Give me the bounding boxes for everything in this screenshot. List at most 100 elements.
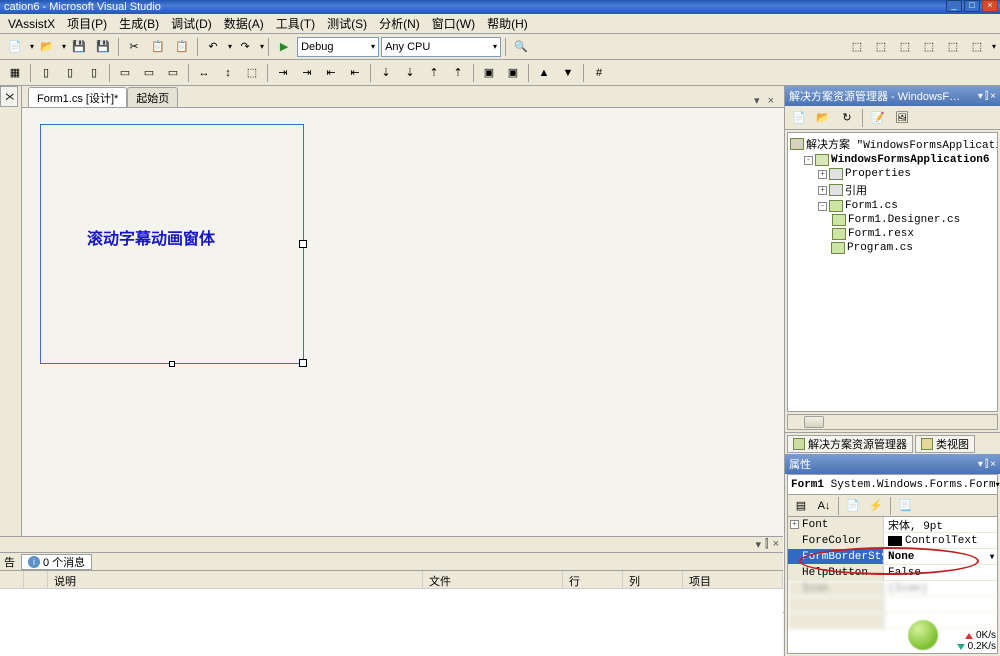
properties-header[interactable]: 属性 ▾⫿× — [785, 454, 1000, 474]
form1-node[interactable]: Form1.cs — [845, 200, 898, 212]
se-viewcode-button[interactable]: 📝 — [867, 107, 889, 129]
panel-autohide-icon[interactable]: ⫿ — [985, 91, 988, 102]
prop-forecolor-value[interactable]: ControlText — [884, 533, 997, 548]
messages-tab[interactable]: i 0 个消息 — [21, 554, 92, 570]
property-pages-button[interactable]: 📃 — [894, 495, 916, 517]
menu-vassistx[interactable]: VAssistX — [2, 15, 61, 33]
project-node[interactable]: WindowsFormsApplication6 — [831, 154, 989, 166]
form1-resx-node[interactable]: Form1.resx — [848, 228, 914, 240]
toolbox-tab[interactable]: X — [0, 86, 18, 107]
properties-node[interactable]: Properties — [845, 168, 911, 180]
tab-class-view[interactable]: 类视图 — [915, 435, 975, 453]
redo-button[interactable]: ↷ — [234, 36, 256, 58]
references-node[interactable]: 引用 — [845, 182, 867, 198]
cut-button[interactable]: ✂ — [123, 36, 145, 58]
panel-close-icon[interactable]: × — [990, 91, 996, 102]
solution-node[interactable]: 解决方案 "WindowsFormsApplication6" — [806, 136, 998, 152]
save-button[interactable]: 💾 — [68, 36, 90, 58]
panel-close-icon[interactable]: × — [990, 459, 996, 470]
expand-button[interactable]: - — [804, 156, 813, 165]
se-properties-button[interactable]: 📄 — [788, 107, 810, 129]
align-top-button[interactable]: ▭ — [114, 62, 136, 84]
maximize-button[interactable]: □ — [964, 0, 980, 12]
tb-btn-e[interactable]: ⬚ — [942, 36, 964, 58]
menu-tools[interactable]: 工具(T) — [270, 13, 321, 34]
align-grid-button[interactable]: ▦ — [4, 62, 26, 84]
menu-project[interactable]: 项目(P) — [61, 13, 113, 34]
solution-explorer-header[interactable]: 解决方案资源管理器 - WindowsF… ▾⫿× — [785, 86, 1000, 106]
hspace-inc-button[interactable]: ⇥ — [296, 62, 318, 84]
properties-button[interactable]: 📄 — [842, 495, 864, 517]
save-all-button[interactable]: 💾 — [92, 36, 114, 58]
copy-button[interactable]: 📋 — [147, 36, 169, 58]
hspace-dec-button[interactable]: ⇤ — [320, 62, 342, 84]
prop-helpbutton-value[interactable]: False — [884, 565, 997, 580]
align-centers-button[interactable]: ▯ — [59, 62, 81, 84]
menu-help[interactable]: 帮助(H) — [481, 13, 534, 34]
align-bottom-button[interactable]: ▭ — [162, 62, 184, 84]
send-back-button[interactable]: ▼ — [557, 62, 579, 84]
expand-button[interactable]: + — [818, 170, 827, 179]
se-viewdesigner-button[interactable]: 🖼 — [891, 107, 913, 129]
vspace-equal-button[interactable]: ⇣ — [375, 62, 397, 84]
tb-btn-f[interactable]: ⬚ — [966, 36, 988, 58]
prop-icon-value[interactable]: (Icon) — [884, 581, 997, 596]
tab-close-button[interactable]: × — [766, 95, 776, 107]
find-button[interactable]: 🔍 — [510, 36, 532, 58]
tb-btn-c[interactable]: ⬚ — [894, 36, 916, 58]
menu-data[interactable]: 数据(A) — [218, 13, 270, 34]
hspace-equal-button[interactable]: ⇥ — [272, 62, 294, 84]
prop-formborderstyle-value[interactable]: None▾ — [884, 549, 997, 564]
minimize-button[interactable]: _ — [946, 0, 962, 12]
menu-debug[interactable]: 调试(D) — [165, 13, 218, 34]
vspace-dec-button[interactable]: ⇡ — [423, 62, 445, 84]
bottom-close-button[interactable]: × — [773, 538, 779, 551]
menu-build[interactable]: 生成(B) — [113, 13, 165, 34]
solution-tree[interactable]: 解决方案 "WindowsFormsApplication6" - Windows… — [787, 132, 998, 412]
open-button[interactable]: 📂 — [36, 36, 58, 58]
vspace-remove-button[interactable]: ⇡ — [447, 62, 469, 84]
expand-icon[interactable]: + — [790, 520, 799, 529]
align-left-button[interactable]: ▯ — [35, 62, 57, 84]
col-project[interactable]: 项目 — [683, 571, 783, 588]
panel-pin-icon[interactable]: ▾ — [978, 459, 983, 470]
expand-button[interactable]: + — [818, 186, 827, 195]
se-showall-button[interactable]: 📂 — [812, 107, 834, 129]
vspace-inc-button[interactable]: ⇣ — [399, 62, 421, 84]
hspace-remove-button[interactable]: ⇤ — [344, 62, 366, 84]
menu-window[interactable]: 窗口(W) — [426, 13, 481, 34]
form1-designer-node[interactable]: Form1.Designer.cs — [848, 214, 960, 226]
program-node[interactable]: Program.cs — [847, 242, 913, 254]
properties-object-selector[interactable]: Form1 System.Windows.Forms.Form ▾ — [788, 475, 997, 495]
tab-dropdown-button[interactable]: ▾ — [752, 94, 762, 107]
tab-start-page[interactable]: 起始页 — [127, 87, 178, 107]
undo-button[interactable]: ↶ — [202, 36, 224, 58]
form-canvas[interactable]: 滚动字幕动画窗体 — [40, 124, 304, 364]
new-project-button[interactable]: 📄 — [4, 36, 26, 58]
same-width-button[interactable]: ↔ — [193, 62, 215, 84]
panel-pin-icon[interactable]: ▾ — [978, 91, 983, 102]
config-dropdown[interactable]: Debug▾ — [297, 37, 379, 57]
bottom-pin-button[interactable]: ⫿ — [765, 538, 769, 551]
tab-form1-design[interactable]: Form1.cs [设计]* — [28, 87, 127, 107]
col-col[interactable]: 列 — [623, 571, 683, 588]
se-refresh-button[interactable]: ↻ — [836, 107, 858, 129]
col-file[interactable]: 文件 — [423, 571, 563, 588]
align-right-button[interactable]: ▯ — [83, 62, 105, 84]
start-debug-button[interactable]: ▶ — [273, 36, 295, 58]
events-button[interactable]: ⚡ — [865, 495, 887, 517]
tab-solution-explorer[interactable]: 解决方案资源管理器 — [787, 435, 913, 453]
alphabetical-button[interactable]: A↓ — [813, 495, 835, 517]
categorized-button[interactable]: ▤ — [790, 495, 812, 517]
platform-dropdown[interactable]: Any CPU▾ — [381, 37, 501, 57]
same-height-button[interactable]: ↕ — [217, 62, 239, 84]
bottom-dropdown-button[interactable]: ▾ — [756, 538, 762, 551]
center-v-button[interactable]: ▣ — [502, 62, 524, 84]
label-scrolling-text[interactable]: 滚动字幕动画窗体 — [87, 225, 215, 249]
paste-button[interactable]: 📋 — [171, 36, 193, 58]
tree-hscrollbar[interactable] — [787, 414, 998, 430]
tab-order-button[interactable]: # — [588, 62, 610, 84]
menu-test[interactable]: 测试(S) — [321, 13, 373, 34]
tb-btn-d[interactable]: ⬚ — [918, 36, 940, 58]
tb-btn-b[interactable]: ⬚ — [870, 36, 892, 58]
